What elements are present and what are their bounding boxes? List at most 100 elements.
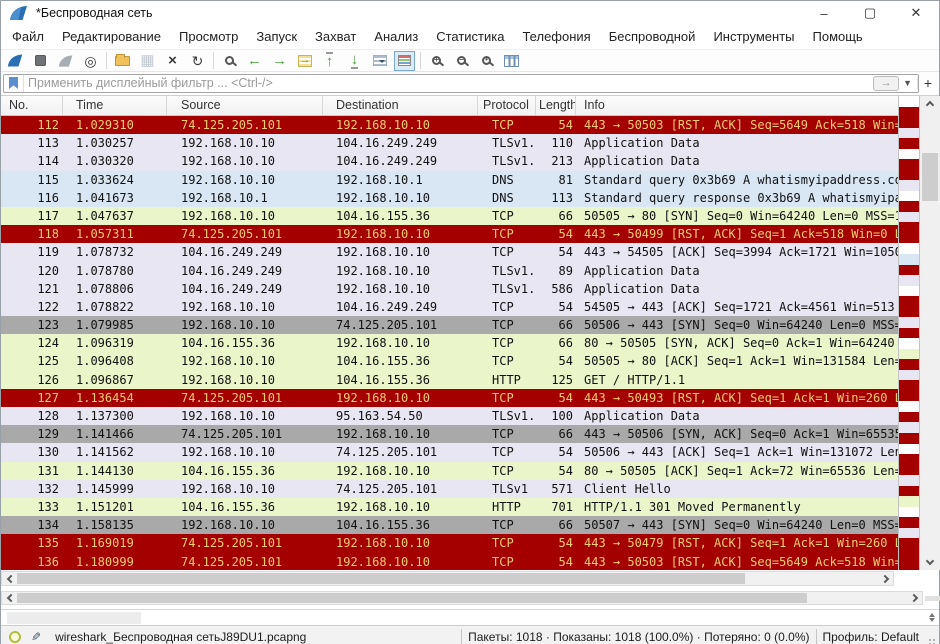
packet-row[interactable]: 1161.041673192.168.10.1192.168.10.10DNS1… bbox=[1, 189, 898, 207]
resize-columns-icon[interactable] bbox=[499, 50, 524, 71]
column-header-no[interactable]: No. bbox=[1, 96, 63, 115]
menu-item-помощь[interactable]: Помощь bbox=[804, 25, 872, 49]
horizontal-scrollbar-detail[interactable] bbox=[1, 591, 923, 605]
menu-item-файл[interactable]: Файл bbox=[3, 25, 53, 49]
packet-row[interactable]: 1221.078822192.168.10.10104.16.249.249TC… bbox=[1, 298, 898, 316]
packet-row[interactable]: 1331.151201104.16.155.36192.168.10.10HTT… bbox=[1, 498, 898, 516]
column-header-time[interactable]: Time bbox=[63, 96, 167, 115]
column-header-source[interactable]: Source bbox=[167, 96, 323, 115]
maximize-button[interactable]: ▢ bbox=[847, 1, 893, 25]
column-header-destination[interactable]: Destination bbox=[323, 96, 478, 115]
mini-scroll-arrows[interactable] bbox=[929, 610, 935, 625]
capture-comment-icon[interactable]: ✎ bbox=[31, 630, 41, 644]
colorize-icon[interactable] bbox=[392, 50, 417, 71]
menu-item-просмотр[interactable]: Просмотр bbox=[170, 25, 247, 49]
packet-row[interactable]: 1291.14146674.125.205.101192.168.10.10TC… bbox=[1, 425, 898, 443]
vertical-scroll-thumb[interactable] bbox=[922, 153, 938, 201]
packet-row[interactable]: 1211.078806104.16.249.249192.168.10.10TL… bbox=[1, 280, 898, 298]
go-to-top-icon[interactable]: ↑ bbox=[317, 50, 342, 71]
packet-row[interactable]: 1341.158135192.168.10.10104.16.155.36TCP… bbox=[1, 516, 898, 534]
add-filter-button[interactable]: + bbox=[919, 75, 937, 91]
packet-row[interactable]: 1241.096319104.16.155.36192.168.10.10TCP… bbox=[1, 334, 898, 352]
reload-file-icon[interactable]: ↻ bbox=[185, 50, 210, 71]
menu-item-статистика[interactable]: Статистика bbox=[427, 25, 513, 49]
scroll-left-icon[interactable] bbox=[2, 592, 17, 604]
menu-item-телефония[interactable]: Телефония bbox=[513, 25, 599, 49]
packet-row[interactable]: 1121.02931074.125.205.101192.168.10.10TC… bbox=[1, 116, 898, 134]
go-to-bottom-icon[interactable]: ↓ bbox=[342, 50, 367, 71]
horizontal-scroll-track[interactable] bbox=[17, 572, 878, 585]
go-to-packet-icon[interactable] bbox=[292, 50, 317, 71]
close-file-icon[interactable]: × bbox=[160, 50, 185, 71]
menu-item-запуск[interactable]: Запуск bbox=[247, 25, 306, 49]
minimize-button[interactable]: – bbox=[801, 1, 847, 25]
open-file-icon[interactable] bbox=[110, 50, 135, 71]
horizontal-scroll-thumb[interactable] bbox=[17, 573, 745, 584]
packet-row[interactable]: 1261.096867192.168.10.10104.16.155.36HTT… bbox=[1, 371, 898, 389]
packet-row[interactable]: 1351.16901974.125.205.101192.168.10.10TC… bbox=[1, 534, 898, 552]
packet-row[interactable]: 1281.137300192.168.10.1095.163.54.50TLSv… bbox=[1, 407, 898, 425]
zoom-in-icon[interactable]: + bbox=[424, 50, 449, 71]
scroll-right-icon[interactable] bbox=[907, 592, 922, 604]
menu-item-анализ[interactable]: Анализ bbox=[365, 25, 427, 49]
filter-dropdown-caret[interactable]: ▼ bbox=[901, 77, 918, 90]
packet-row[interactable]: 1171.047637192.168.10.10104.16.155.36TCP… bbox=[1, 207, 898, 225]
packet-minimap-scrollbar[interactable] bbox=[898, 96, 920, 570]
zoom-original-icon[interactable]: • bbox=[474, 50, 499, 71]
horizontal-scroll-track[interactable] bbox=[17, 592, 907, 604]
cell-dst: 192.168.10.10 bbox=[323, 462, 478, 480]
vertical-scroll-track[interactable] bbox=[920, 111, 940, 555]
main-toolbar: ◎ ▦ × ↻ ← → ↑ ↓ + − • bbox=[1, 49, 939, 72]
column-header-length[interactable]: Length bbox=[536, 96, 576, 115]
packet-row[interactable]: 1321.145999192.168.10.1074.125.205.101TL… bbox=[1, 480, 898, 498]
menu-item-захват[interactable]: Захват bbox=[306, 25, 365, 49]
resize-grip[interactable] bbox=[929, 639, 937, 644]
packet-row[interactable]: 1131.030257192.168.10.10104.16.249.249TL… bbox=[1, 134, 898, 152]
go-forward-icon[interactable]: → bbox=[267, 50, 292, 71]
scroll-right-icon[interactable] bbox=[878, 572, 893, 585]
menu-item-беспроводной[interactable]: Беспроводной bbox=[600, 25, 705, 49]
stop-capture-icon[interactable] bbox=[28, 50, 53, 71]
column-header-info[interactable]: Info bbox=[576, 96, 898, 115]
packet-row[interactable]: 1181.05731174.125.205.101192.168.10.10TC… bbox=[1, 225, 898, 243]
vertical-scrollbar[interactable] bbox=[920, 96, 940, 570]
start-capture-icon[interactable] bbox=[3, 50, 28, 71]
scroll-left-icon[interactable] bbox=[2, 572, 17, 585]
apply-filter-button[interactable]: → bbox=[873, 76, 899, 91]
expert-info-icon[interactable] bbox=[9, 631, 21, 643]
scroll-down-icon[interactable] bbox=[920, 555, 940, 570]
minimap-stripe bbox=[899, 444, 919, 455]
packet-row[interactable]: 1271.13645474.125.205.101192.168.10.10TC… bbox=[1, 389, 898, 407]
zoom-out-icon[interactable]: − bbox=[449, 50, 474, 71]
cell-info: 50505 → 80 [ACK] Seq=1 Ack=1 Win=131584 … bbox=[576, 352, 898, 370]
restart-capture-icon[interactable] bbox=[53, 50, 78, 71]
packet-row[interactable]: 1251.096408192.168.10.10104.16.155.36TCP… bbox=[1, 352, 898, 370]
cell-len: 54 bbox=[536, 298, 576, 316]
column-header-protocol[interactable]: Protocol bbox=[478, 96, 536, 115]
mini-scroll-down-icon[interactable] bbox=[929, 618, 935, 625]
go-back-icon[interactable]: ← bbox=[242, 50, 267, 71]
close-button[interactable]: ✕ bbox=[893, 1, 939, 25]
capture-options-icon[interactable]: ◎ bbox=[78, 50, 103, 71]
scroll-up-icon[interactable] bbox=[920, 96, 940, 111]
cell-len: 54 bbox=[536, 553, 576, 571]
packet-row[interactable]: 1361.18099974.125.205.101192.168.10.10TC… bbox=[1, 553, 898, 571]
filter-bookmark-button[interactable] bbox=[4, 75, 24, 92]
horizontal-scroll-thumb[interactable] bbox=[17, 593, 807, 603]
horizontal-scrollbar-list[interactable] bbox=[1, 571, 894, 586]
packet-row[interactable]: 1311.144130104.16.155.36192.168.10.10TCP… bbox=[1, 462, 898, 480]
find-packet-icon[interactable] bbox=[217, 50, 242, 71]
packet-row[interactable]: 1231.079985192.168.10.1074.125.205.101TC… bbox=[1, 316, 898, 334]
packet-row[interactable]: 1201.078780104.16.249.249192.168.10.10TL… bbox=[1, 262, 898, 280]
profile-label[interactable]: Профиль: Default bbox=[823, 630, 920, 644]
menu-item-редактирование[interactable]: Редактирование bbox=[53, 25, 170, 49]
packet-row[interactable]: 1301.141562192.168.10.1074.125.205.101TC… bbox=[1, 443, 898, 461]
packet-row[interactable]: 1151.033624192.168.10.10192.168.10.1DNS8… bbox=[1, 171, 898, 189]
save-file-icon[interactable]: ▦ bbox=[135, 50, 160, 71]
menu-item-инструменты[interactable]: Инструменты bbox=[704, 25, 803, 49]
auto-scroll-icon[interactable] bbox=[367, 50, 392, 71]
display-filter-input[interactable] bbox=[24, 76, 873, 90]
packet-row[interactable]: 1141.030320192.168.10.10104.16.249.249TL… bbox=[1, 152, 898, 170]
mini-scroll-up-icon[interactable] bbox=[929, 610, 935, 617]
packet-row[interactable]: 1191.078732104.16.249.249192.168.10.10TC… bbox=[1, 243, 898, 261]
